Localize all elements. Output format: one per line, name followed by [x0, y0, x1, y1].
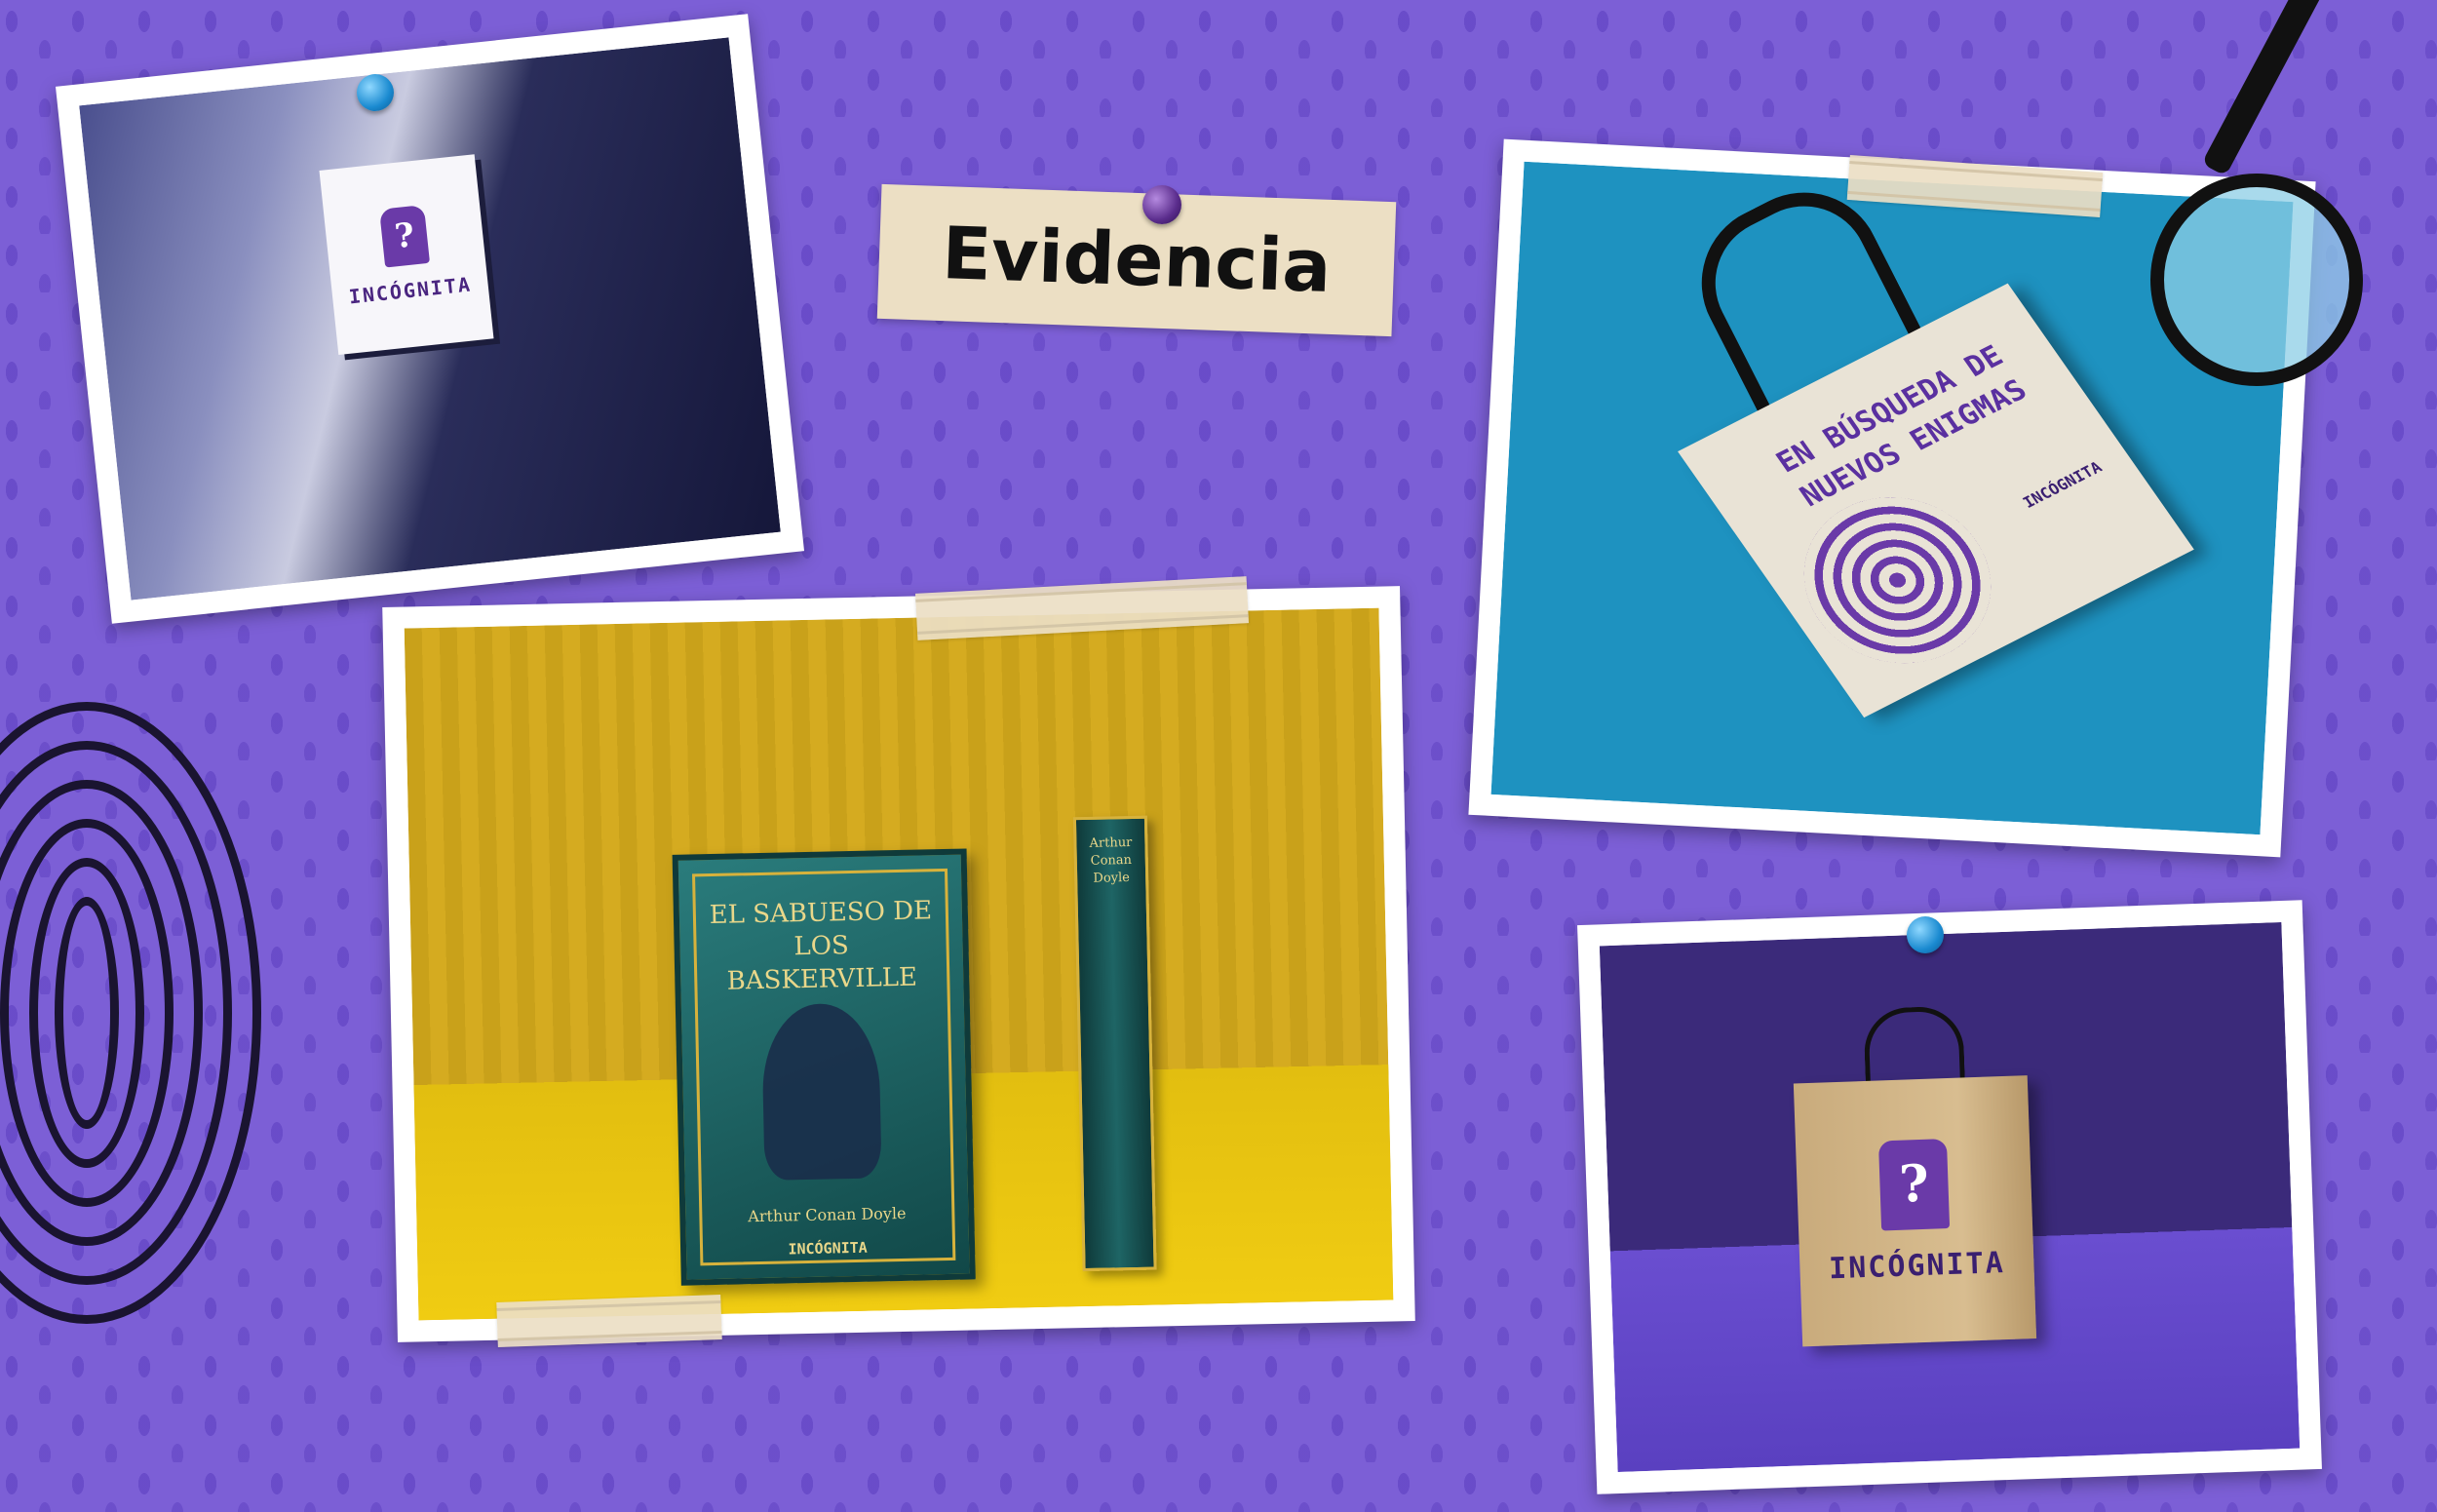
magnifying-glass-icon: [2150, 174, 2363, 386]
page-title: Evidencia: [941, 212, 1333, 309]
question-mark-logo-icon: ?: [378, 205, 431, 268]
question-mark-logo-icon: ?: [1877, 1138, 1951, 1230]
book-cover: EL SABUESO DE LOS BASKERVILLE Arthur Con…: [672, 848, 976, 1286]
bag-photo: ? INCÓGNITA: [1577, 900, 2322, 1494]
book-photo: EL SABUESO DE LOS BASKERVILLE Arthur Con…: [382, 586, 1415, 1342]
spine-author: Arthur Conan Doyle: [1089, 834, 1133, 886]
tape-strip: [496, 1295, 722, 1347]
paper-bag: ? INCÓGNITA: [1793, 1075, 2037, 1347]
pushpin-icon: [357, 74, 394, 111]
sign-photo: ? INCÓGNITA: [56, 14, 804, 624]
pushpin-icon: [1907, 916, 1944, 953]
sign-brand-text: INCÓGNITA: [347, 272, 473, 309]
fingerprint-icon: [0, 682, 261, 1326]
book-spine: Arthur Conan Doyle: [1072, 815, 1157, 1272]
tote-brand: INCÓGNITA: [2019, 457, 2106, 512]
book-title: EL SABUESO DE LOS BASKERVILLE: [709, 896, 933, 996]
evidence-label: Evidencia: [876, 183, 1397, 337]
bag-brand-text: INCÓGNITA: [1828, 1245, 2006, 1286]
store-sign: ? INCÓGNITA: [319, 154, 494, 355]
pushpin-icon: [1142, 185, 1181, 224]
